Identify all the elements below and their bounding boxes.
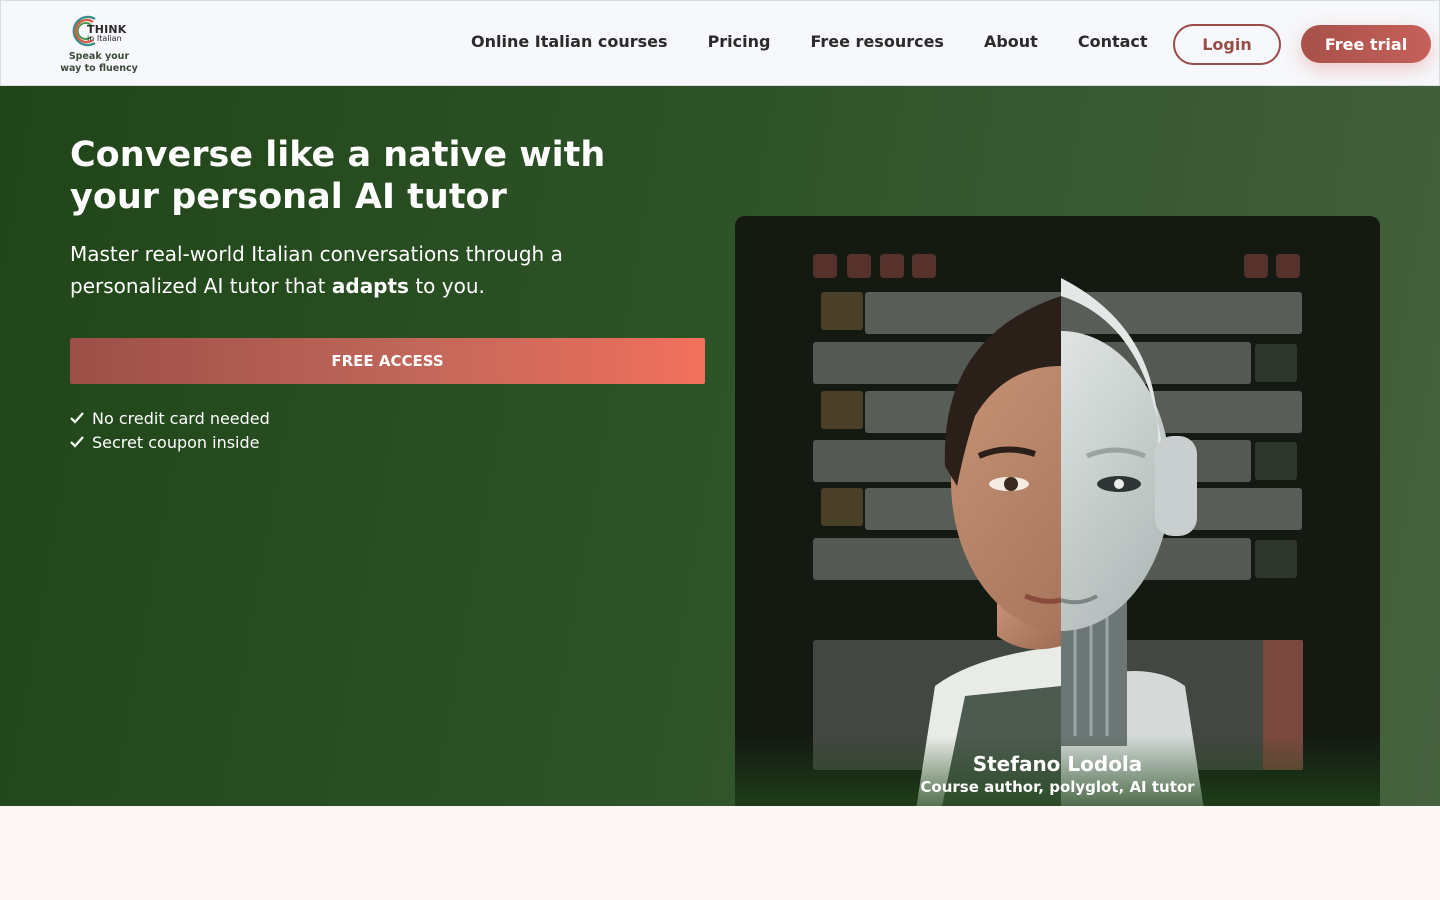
check-icon [70,436,84,448]
hero-subtitle-text: Master real-world Italian conversations … [70,242,563,298]
benefit-item: Secret coupon inside [70,430,270,454]
benefits-list: No credit card needed Secret coupon insi… [70,406,270,454]
site-header: THINK in Italian Speak your way to fluen… [0,0,1440,86]
free-access-button[interactable]: FREE ACCESS [70,338,705,384]
tutor-name: Stefano Lodola [972,752,1143,776]
tutor-portrait [916,278,1204,806]
tutor-preview-card: Stefano Lodola Course author, polyglot, … [735,216,1380,806]
brand-subname: in Italian [87,34,122,43]
login-button[interactable]: Login [1173,24,1281,65]
nav-item-courses[interactable]: Online Italian courses [471,32,668,51]
free-trial-button[interactable]: Free trial [1301,25,1431,63]
nav-item-contact[interactable]: Contact [1078,32,1148,51]
check-icon [70,412,84,424]
tutor-role: Course author, polyglot, AI tutor [920,778,1195,796]
hero-subtitle-emphasis: adapts [331,274,409,298]
benefit-text: No credit card needed [92,408,270,428]
nav-item-free-resources[interactable]: Free resources [810,32,943,51]
brand-tagline: Speak your way to fluency [60,51,138,74]
hero-title: Converse like a native with your persona… [70,135,606,217]
hero-subtitle: Master real-world Italian conversations … [70,238,670,302]
benefit-item: No credit card needed [70,406,270,430]
nav-item-about[interactable]: About [984,32,1038,51]
hero-section: Converse like a native with your persona… [0,86,1440,806]
hero-subtitle-end: to you. [408,274,485,298]
brand-logo[interactable]: THINK in Italian Speak your way to fluen… [57,13,141,77]
nav-item-pricing[interactable]: Pricing [708,32,771,51]
benefit-text: Secret coupon inside [92,432,260,452]
main-nav: Online Italian courses Pricing Free reso… [471,32,1148,51]
